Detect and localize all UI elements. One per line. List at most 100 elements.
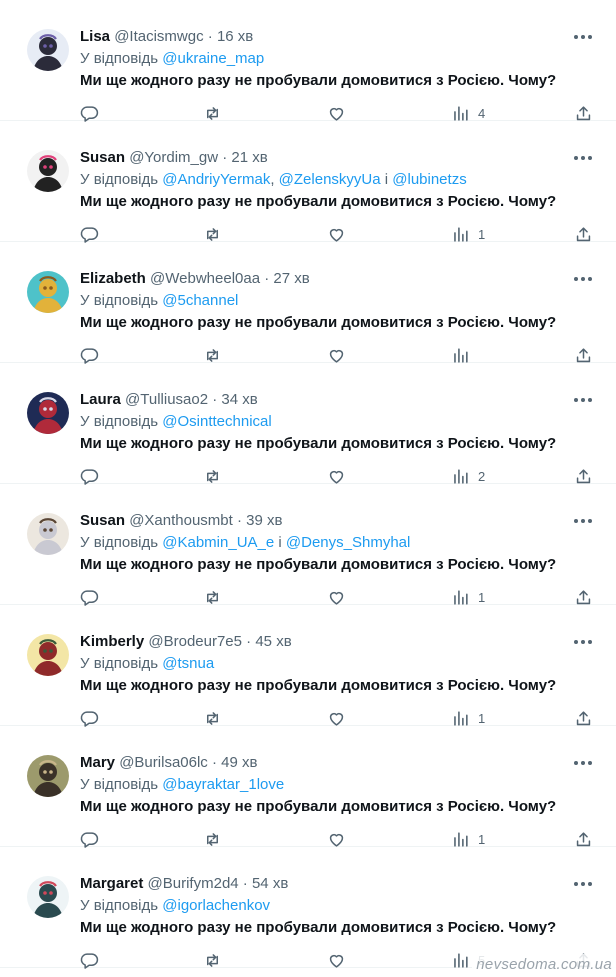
retweet-button[interactable] — [203, 708, 222, 728]
author-name[interactable]: Mary — [80, 754, 115, 771]
tweet-item[interactable]: Elizabeth @Webwheel0aa · 27 хв У відповід… — [0, 242, 616, 365]
more-options-icon[interactable] — [574, 391, 594, 407]
timestamp[interactable]: 49 хв — [221, 754, 257, 771]
retweet-button[interactable] — [203, 587, 222, 607]
share-button[interactable] — [574, 103, 593, 123]
mention-link[interactable]: @Kabmin_UA_e — [162, 534, 274, 551]
timestamp[interactable]: 27 хв — [273, 270, 309, 287]
author-handle[interactable]: @Webwheel0aa — [150, 270, 260, 287]
avatar[interactable] — [27, 634, 69, 676]
mention-link[interactable]: @igorlachenkov — [162, 897, 270, 914]
tweet-header: Laura @Tulliusao2 · 34 хв — [80, 390, 556, 410]
tweet-item[interactable]: Mary @Burilsa06lc · 49 хв У відповідь @ba… — [0, 726, 616, 849]
tweet-item[interactable]: Margaret @Burifym2d4 · 54 хв У відповідь … — [0, 847, 616, 970]
share-button[interactable] — [574, 224, 593, 244]
reply-button[interactable] — [80, 829, 99, 849]
mention-link[interactable]: @bayraktar_1love — [162, 776, 284, 793]
avatar[interactable] — [27, 513, 69, 555]
tweet-item[interactable]: Susan @Xanthousmbt · 39 хв У відповідь @K… — [0, 484, 616, 607]
reply-button[interactable] — [80, 466, 99, 486]
avatar[interactable] — [27, 392, 69, 434]
like-button[interactable] — [327, 829, 346, 849]
like-button[interactable] — [327, 345, 346, 365]
tweet-item[interactable]: Kimberly @Brodeur7e5 · 45 хв У відповідь … — [0, 605, 616, 728]
avatar[interactable] — [27, 271, 69, 313]
author-name[interactable]: Elizabeth — [80, 270, 146, 287]
avatar[interactable] — [27, 876, 69, 918]
reply-button[interactable] — [80, 345, 99, 365]
views-button[interactable]: 1 — [451, 829, 485, 849]
mention-link[interactable]: @Osinttechnical — [162, 413, 271, 430]
mention-link[interactable]: @5channel — [162, 292, 238, 309]
retweet-button[interactable] — [203, 466, 222, 486]
retweet-button[interactable] — [203, 103, 222, 123]
author-name[interactable]: Susan — [80, 149, 125, 166]
author-handle[interactable]: @Burifym2d4 — [148, 875, 239, 892]
views-button[interactable]: 4 — [451, 103, 485, 123]
share-button[interactable] — [574, 345, 593, 365]
author-handle[interactable]: @Tulliusao2 — [125, 391, 208, 408]
more-options-icon[interactable] — [574, 633, 594, 649]
like-button[interactable] — [327, 950, 346, 970]
tweet-item[interactable]: Susan @Yordim_gw · 21 хв У відповідь @And… — [0, 121, 616, 244]
reply-button[interactable] — [80, 587, 99, 607]
timestamp[interactable]: 21 хв — [231, 149, 267, 166]
like-button[interactable] — [327, 466, 346, 486]
author-handle[interactable]: @Burilsa06lc — [119, 754, 208, 771]
share-button[interactable] — [574, 466, 593, 486]
views-button[interactable]: 1 — [451, 224, 485, 244]
views-icon — [451, 588, 470, 607]
views-count: 1 — [478, 831, 486, 847]
reply-button[interactable] — [80, 708, 99, 728]
mention-link[interactable]: @AndriyYermak — [162, 171, 270, 188]
more-options-icon[interactable] — [574, 875, 594, 891]
more-options-icon[interactable] — [574, 28, 594, 44]
like-button[interactable] — [327, 224, 346, 244]
author-name[interactable]: Margaret — [80, 875, 143, 892]
views-button[interactable]: 1 — [451, 587, 485, 607]
views-button[interactable]: 2 — [451, 466, 485, 486]
tweet-item[interactable]: Laura @Tulliusao2 · 34 хв У відповідь @Os… — [0, 363, 616, 486]
author-name[interactable]: Kimberly — [80, 633, 144, 650]
more-options-icon[interactable] — [574, 270, 594, 286]
author-handle[interactable]: @Yordim_gw — [129, 149, 218, 166]
more-options-icon[interactable] — [574, 149, 594, 165]
reply-button[interactable] — [80, 950, 99, 970]
views-button[interactable] — [451, 345, 470, 365]
timestamp[interactable]: 45 хв — [255, 633, 291, 650]
author-name[interactable]: Susan — [80, 512, 125, 529]
retweet-button[interactable] — [203, 345, 222, 365]
avatar[interactable] — [27, 29, 69, 71]
like-button[interactable] — [327, 103, 346, 123]
share-button[interactable] — [574, 587, 593, 607]
author-handle[interactable]: @Brodeur7e5 — [148, 633, 242, 650]
reply-button[interactable] — [80, 224, 99, 244]
timestamp[interactable]: 54 хв — [252, 875, 288, 892]
mention-link[interactable]: @Denys_Shmyhal — [286, 534, 410, 551]
author-handle[interactable]: @Itacismwgc — [114, 28, 203, 45]
mention-link[interactable]: @tsnua — [162, 655, 214, 672]
mention-link[interactable]: @lubinetzs — [392, 171, 466, 188]
mention-link[interactable]: @ZelenskyyUa — [279, 171, 381, 188]
more-options-icon[interactable] — [574, 754, 594, 770]
share-button[interactable] — [574, 829, 593, 849]
views-button[interactable]: 1 — [451, 708, 485, 728]
timestamp[interactable]: 16 хв — [217, 28, 253, 45]
timestamp[interactable]: 34 хв — [221, 391, 257, 408]
avatar[interactable] — [27, 755, 69, 797]
mention-link[interactable]: @ukraine_map — [162, 50, 264, 67]
retweet-button[interactable] — [203, 829, 222, 849]
avatar[interactable] — [27, 150, 69, 192]
author-name[interactable]: Laura — [80, 391, 121, 408]
timestamp[interactable]: 39 хв — [246, 512, 282, 529]
author-handle[interactable]: @Xanthousmbt — [129, 512, 233, 529]
more-options-icon[interactable] — [574, 512, 594, 528]
share-button[interactable] — [574, 708, 593, 728]
retweet-button[interactable] — [203, 950, 222, 970]
tweet-item[interactable]: Lisa @Itacismwgc · 16 хв У відповідь @ukr… — [0, 0, 616, 123]
like-button[interactable] — [327, 708, 346, 728]
reply-button[interactable] — [80, 103, 99, 123]
retweet-button[interactable] — [203, 224, 222, 244]
author-name[interactable]: Lisa — [80, 28, 110, 45]
like-button[interactable] — [327, 587, 346, 607]
